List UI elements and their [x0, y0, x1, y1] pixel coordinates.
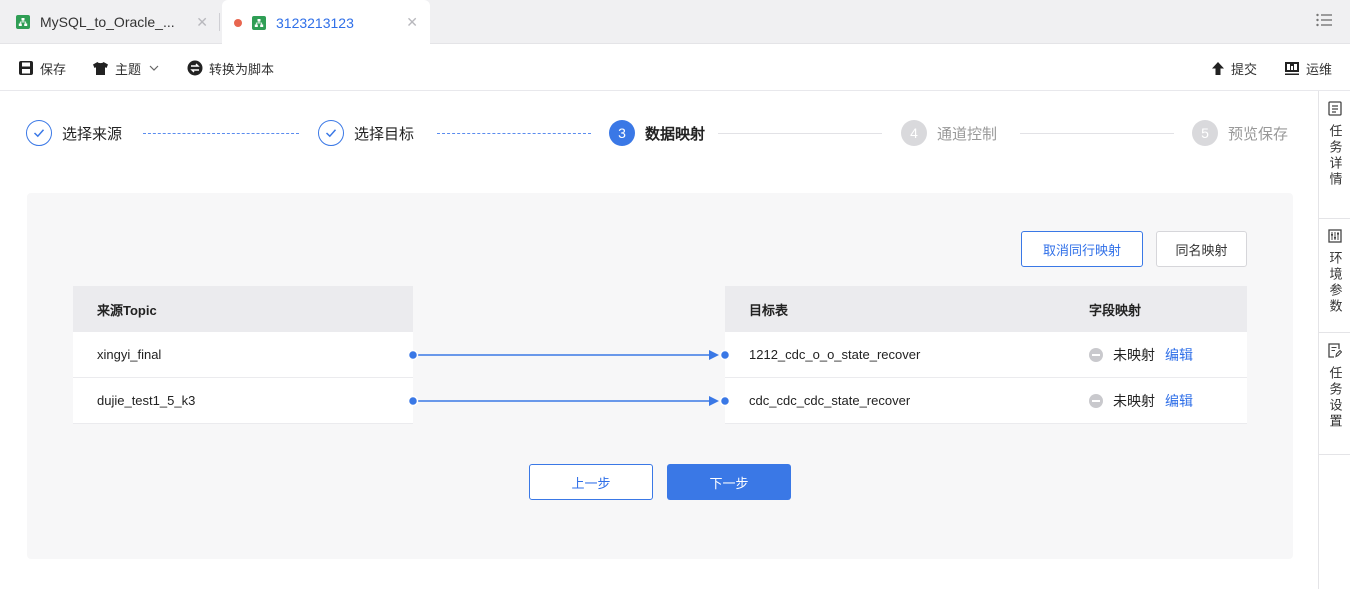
step-select-target[interactable]: 选择目标 [318, 119, 414, 147]
sidebar-item-task-settings[interactable]: 任务设置 [1319, 333, 1350, 455]
swap-icon [187, 60, 203, 76]
source-header: 来源Topic [73, 286, 413, 332]
tab-label: MySQL_to_Oracle_... [40, 14, 175, 30]
step-preview-save[interactable]: 5 预览保存 [1192, 119, 1288, 147]
sidebar-item-env-params[interactable]: 环境参数 [1319, 219, 1350, 333]
parameters-icon [1328, 229, 1342, 243]
step-label: 数据映射 [645, 125, 706, 143]
check-icon [26, 120, 52, 146]
shirt-icon [93, 61, 108, 75]
monitor-icon [1285, 61, 1299, 75]
mapping-panel: 取消同行映射 同名映射 来源Topic xingyi_final dujie_t… [27, 193, 1293, 559]
mapping-status: 未映射 [1113, 346, 1155, 363]
list-menu-icon[interactable] [1316, 13, 1332, 27]
check-icon [318, 120, 344, 146]
table-row: cdc_cdc_cdc_state_recover 未映射 编辑 [725, 378, 1247, 424]
target-table-name: cdc_cdc_cdc_state_recover [749, 393, 911, 408]
target-table: 目标表 字段映射 1212_cdc_o_o_state_recover 未映射 … [725, 286, 1247, 424]
edit-link[interactable]: 编辑 [1165, 391, 1193, 411]
step-connector [1020, 133, 1174, 134]
table-row: xingyi_final [73, 332, 413, 378]
source-topic: dujie_test1_5_k3 [97, 393, 196, 408]
step-number: 4 [901, 120, 927, 146]
step-label: 通道控制 [937, 125, 998, 143]
tab-divider [219, 13, 220, 31]
source-topic: xingyi_final [97, 347, 162, 362]
step-number: 5 [1192, 120, 1218, 146]
save-button[interactable]: 保存 [18, 45, 66, 91]
save-label: 保存 [40, 61, 67, 77]
mapping-link-row-1[interactable] [407, 349, 731, 361]
unmapped-icon [1089, 347, 1103, 362]
sidebar-label: 环境参数 [1327, 251, 1343, 315]
field-mapping-cell: 未映射 编辑 [1089, 345, 1193, 365]
tab-3123213123[interactable]: 3123213123 ✕ [222, 0, 430, 45]
step-connector [143, 133, 299, 134]
tab-mysql-to-oracle[interactable]: MySQL_to_Oracle_... ✕ [0, 0, 220, 44]
step-connector [437, 133, 591, 134]
table-row: dujie_test1_5_k3 [73, 378, 413, 424]
close-icon[interactable]: ✕ [406, 14, 418, 31]
edit-link[interactable]: 编辑 [1165, 345, 1193, 365]
table-row: 1212_cdc_o_o_state_recover 未映射 编辑 [725, 332, 1247, 378]
step-label: 预览保存 [1228, 125, 1289, 143]
field-mapping-header: 字段映射 [1089, 302, 1142, 318]
theme-dropdown[interactable]: 主题 [92, 45, 159, 91]
save-icon [19, 61, 33, 75]
step-data-mapping[interactable]: 3 数据映射 [609, 119, 705, 147]
step-channel-control[interactable]: 4 通道控制 [901, 119, 997, 147]
step-label: 选择目标 [354, 125, 415, 143]
convert-to-script-button[interactable]: 转换为脚本 [187, 45, 274, 91]
unsaved-dot [234, 18, 242, 27]
steps-wizard: 选择来源 选择目标 3 数据映射 4 通道控制 5 预览保存 [0, 91, 1318, 177]
step-number: 3 [609, 120, 635, 146]
submit-button[interactable]: 提交 [1211, 45, 1257, 91]
same-name-mapping-button[interactable]: 同名映射 [1156, 231, 1247, 267]
theme-label: 主题 [115, 61, 142, 77]
prev-step-button[interactable]: 上一步 [529, 464, 653, 500]
target-header-row: 目标表 字段映射 [725, 286, 1247, 332]
toolbar: 保存 主题 转换为脚本 提交 运维 [0, 45, 1350, 91]
chevron-down-icon [149, 65, 159, 71]
field-mapping-cell: 未映射 编辑 [1089, 391, 1193, 411]
unmapped-icon [1089, 393, 1103, 408]
convert-label: 转换为脚本 [209, 61, 275, 77]
settings-edit-icon [1328, 343, 1342, 358]
tab-bar: MySQL_to_Oracle_... ✕ 3123213123 ✕ [0, 0, 1350, 45]
arrow-up-icon [1212, 61, 1224, 75]
right-sidebar: 任务详情 环境参数 任务设置 [1318, 91, 1350, 589]
document-icon [1328, 101, 1342, 116]
step-label: 选择来源 [62, 125, 123, 143]
workflow-icon [16, 15, 30, 29]
workflow-icon [252, 15, 266, 30]
mapping-link-row-2[interactable] [407, 395, 731, 407]
cancel-row-mapping-button[interactable]: 取消同行映射 [1021, 231, 1143, 267]
step-select-source[interactable]: 选择来源 [26, 119, 122, 147]
sidebar-label: 任务详情 [1327, 124, 1343, 188]
ops-label: 运维 [1306, 61, 1333, 77]
target-header: 目标表 [749, 302, 789, 318]
tab-label: 3123213123 [276, 14, 354, 31]
target-table-name: 1212_cdc_o_o_state_recover [749, 347, 921, 362]
submit-label: 提交 [1231, 61, 1258, 77]
next-step-button[interactable]: 下一步 [667, 464, 791, 500]
sidebar-item-task-details[interactable]: 任务详情 [1319, 91, 1350, 219]
mapping-status: 未映射 [1113, 392, 1155, 409]
close-icon[interactable]: ✕ [196, 14, 208, 31]
sidebar-label: 任务设置 [1327, 366, 1343, 430]
ops-button[interactable]: 运维 [1284, 45, 1332, 91]
step-connector [718, 133, 882, 134]
source-table: 来源Topic xingyi_final dujie_test1_5_k3 [73, 286, 413, 424]
